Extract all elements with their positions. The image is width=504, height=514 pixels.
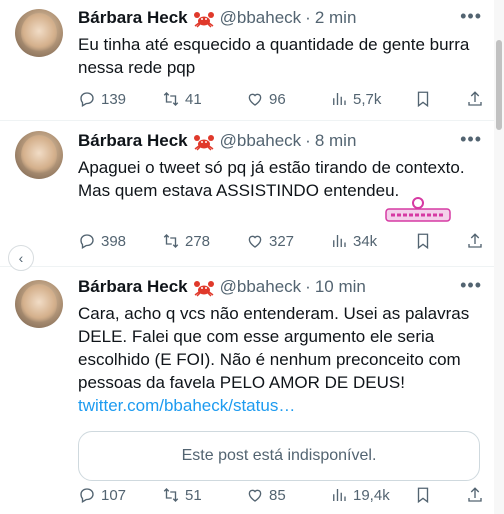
watermark-logo xyxy=(385,197,451,222)
views-button[interactable]: 34k xyxy=(330,231,377,251)
tweet-header: Bárbara Heck @bbaheck · 2 min xyxy=(78,8,490,28)
back-arrow-icon[interactable]: ‹ xyxy=(8,245,34,271)
separator-dot: · xyxy=(305,131,311,150)
bookmark-icon xyxy=(417,233,429,250)
author-name[interactable]: Bárbara Heck xyxy=(78,277,188,297)
scrollbar-thumb[interactable] xyxy=(496,40,502,130)
separator-dot: · xyxy=(305,8,311,27)
share-icon xyxy=(468,233,482,248)
views-button[interactable]: 19,4k xyxy=(330,485,390,505)
scrollbar[interactable] xyxy=(494,0,504,514)
share-icon xyxy=(468,487,482,502)
like-icon xyxy=(248,235,262,248)
views-count: 34k xyxy=(353,232,378,250)
reply-button[interactable]: 398 xyxy=(78,231,126,251)
author-name[interactable]: Bárbara Heck xyxy=(78,8,188,28)
retweet-count: 278 xyxy=(185,232,211,250)
share-button[interactable] xyxy=(466,485,484,505)
reply-icon xyxy=(80,92,94,107)
tweet-header: Bárbara Heck @bbaheck · 10 min xyxy=(78,277,490,297)
like-count: 327 xyxy=(269,232,295,250)
tweet-actions: 107 51 85 19,4k xyxy=(78,485,490,505)
bookmark-button[interactable] xyxy=(414,89,432,109)
like-button[interactable]: 96 xyxy=(246,89,286,109)
tweet-header: Bárbara Heck @bbaheck · 8 min xyxy=(78,131,490,151)
author-handle[interactable]: @bbaheck xyxy=(220,131,302,151)
reply-count: 107 xyxy=(101,486,127,504)
author-handle[interactable]: @bbaheck xyxy=(220,277,302,297)
tweet-content: Bárbara Heck @bbaheck · 2 min ••• Eu tin… xyxy=(78,7,490,79)
quote-unavailable-card[interactable]: Este post está indisponível. xyxy=(78,431,480,481)
share-button[interactable] xyxy=(466,231,484,251)
reply-icon xyxy=(80,234,94,249)
reply-count: 398 xyxy=(101,232,127,250)
tweet[interactable]: Bárbara Heck @bbaheck · 8 min ••• Apague… xyxy=(0,121,504,267)
reply-button[interactable]: 139 xyxy=(78,89,126,109)
bookmark-icon xyxy=(417,487,429,504)
retweet-count: 51 xyxy=(185,486,202,504)
tweet-link[interactable]: twitter.com/bbaheck/status… xyxy=(78,394,490,417)
crab-emoji-icon xyxy=(193,10,215,28)
tweet-time[interactable]: 2 min xyxy=(315,8,357,28)
tweet-text: Cara, acho q vcs não entenderam. Usei as… xyxy=(78,302,490,417)
retweet-count: 41 xyxy=(185,90,202,108)
views-count: 19,4k xyxy=(353,486,390,504)
retweet-icon xyxy=(163,234,179,248)
tweet-time[interactable]: 10 min xyxy=(315,277,366,297)
retweet-icon xyxy=(163,488,179,502)
share-button[interactable] xyxy=(466,89,484,109)
retweet-button[interactable]: 278 xyxy=(162,231,210,251)
tweet[interactable]: Bárbara Heck @bbaheck · 10 min ••• Cara,… xyxy=(0,267,504,514)
author-handle[interactable]: @bbaheck xyxy=(220,8,302,28)
like-button[interactable]: 85 xyxy=(246,485,286,505)
author-name[interactable]: Bárbara Heck xyxy=(78,131,188,151)
views-icon xyxy=(333,489,346,501)
reply-count: 139 xyxy=(101,90,127,108)
share-icon xyxy=(468,91,482,106)
more-icon[interactable]: ••• xyxy=(460,7,482,25)
like-count: 85 xyxy=(269,486,286,504)
tweet-actions: 398 278 327 34k xyxy=(78,231,490,251)
tweet-body: Cara, acho q vcs não entenderam. Usei as… xyxy=(78,304,470,392)
retweet-button[interactable]: 41 xyxy=(162,89,202,109)
views-button[interactable]: 5,7k xyxy=(330,89,381,109)
bookmark-icon xyxy=(417,91,429,108)
tweet-actions: 139 41 96 5,7k xyxy=(78,89,490,109)
like-icon xyxy=(248,489,262,502)
retweet-icon xyxy=(163,92,179,106)
avatar[interactable] xyxy=(15,131,63,179)
reply-button[interactable]: 107 xyxy=(78,485,126,505)
tweet-text: Apaguei o tweet só pq já estão tirando d… xyxy=(78,158,465,200)
more-icon[interactable]: ••• xyxy=(460,276,482,294)
tweet-content: Bárbara Heck @bbaheck · 8 min ••• Apague… xyxy=(78,130,490,202)
bookmark-button[interactable] xyxy=(414,485,432,505)
tweet[interactable]: Bárbara Heck @bbaheck · 2 min ••• Eu tin… xyxy=(0,0,504,121)
avatar[interactable] xyxy=(15,280,63,328)
avatar[interactable] xyxy=(15,9,63,57)
crab-emoji-icon xyxy=(193,279,215,297)
more-icon[interactable]: ••• xyxy=(460,130,482,148)
like-count: 96 xyxy=(269,90,286,108)
tweet-time[interactable]: 8 min xyxy=(315,131,357,151)
like-button[interactable]: 327 xyxy=(246,231,294,251)
views-icon xyxy=(333,93,346,105)
crab-emoji-icon xyxy=(193,133,215,151)
reply-icon xyxy=(80,488,94,503)
views-icon xyxy=(333,235,346,247)
tweet-text: Eu tinha até esquecido a quantidade de g… xyxy=(78,35,470,77)
retweet-button[interactable]: 51 xyxy=(162,485,202,505)
tweet-content: Bárbara Heck @bbaheck · 10 min ••• Cara,… xyxy=(78,276,490,481)
views-count: 5,7k xyxy=(353,90,382,108)
separator-dot: · xyxy=(305,277,311,296)
bookmark-button[interactable] xyxy=(414,231,432,251)
like-icon xyxy=(248,93,262,106)
